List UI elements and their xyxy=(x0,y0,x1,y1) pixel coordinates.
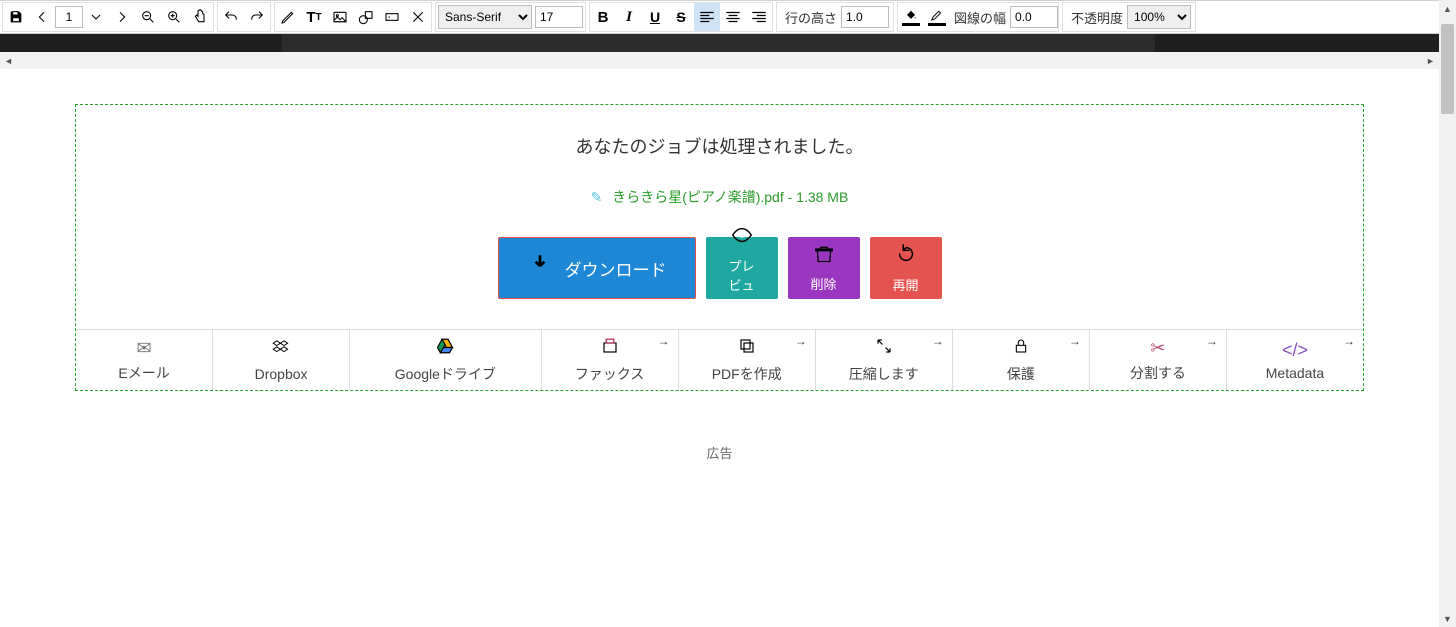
trash-icon xyxy=(814,244,834,270)
font-family-select[interactable]: Sans-Serif xyxy=(438,5,532,29)
bold-button[interactable]: B xyxy=(590,3,616,31)
editor-toolbar: TT Sans-Serif B I U S 行の高さ xyxy=(0,0,1439,34)
card-dropbox[interactable]: Dropbox xyxy=(213,330,350,390)
card-email[interactable]: ✉ Eメール xyxy=(76,330,213,390)
card-label: Dropbox xyxy=(255,366,308,382)
save-button[interactable] xyxy=(3,3,29,31)
fill-color-button[interactable] xyxy=(898,3,924,31)
form-tool-button[interactable] xyxy=(379,3,405,31)
card-label: Eメール xyxy=(118,363,169,383)
fax-icon xyxy=(601,337,619,360)
lock-icon xyxy=(1013,337,1029,360)
compress-icon xyxy=(875,337,893,360)
scroll-left-button[interactable]: ◄ xyxy=(0,52,17,69)
card-label: PDFを作成 xyxy=(712,364,782,384)
download-icon xyxy=(527,252,553,284)
card-label: Googleドライブ xyxy=(395,364,496,384)
dropbox-icon xyxy=(271,339,291,362)
align-right-button[interactable] xyxy=(746,3,772,31)
opacity-label: 不透明度 xyxy=(1067,8,1127,27)
card-compress[interactable]: → 圧縮します xyxy=(816,330,953,390)
line-height-label: 行の高さ xyxy=(781,8,841,27)
underline-button[interactable]: U xyxy=(642,3,668,31)
scroll-right-button[interactable]: ► xyxy=(1422,52,1439,69)
arrow-icon: → xyxy=(1343,334,1355,348)
image-tool-button[interactable] xyxy=(327,3,353,31)
page-number-input[interactable] xyxy=(55,6,83,28)
ad-label: 広告 xyxy=(0,443,1439,462)
pencil-icon[interactable]: ✎ xyxy=(591,189,603,205)
result-filename[interactable]: きらきら星(ピアノ楽譜).pdf xyxy=(612,189,783,205)
result-file-row: ✎ きらきら星(ピアノ楽譜).pdf - 1.38 MB xyxy=(76,187,1363,207)
card-gdrive[interactable]: Googleドライブ xyxy=(350,330,541,390)
horizontal-scrollbar[interactable]: ◄ ► xyxy=(0,52,1439,69)
arrow-icon: → xyxy=(1069,334,1081,348)
zoom-in-button[interactable] xyxy=(161,3,187,31)
card-label: ファックス xyxy=(575,364,645,384)
card-protect[interactable]: → 保護 xyxy=(953,330,1090,390)
card-label: 保護 xyxy=(1007,364,1035,384)
preview-label: プレビュー xyxy=(724,256,760,313)
card-label: Metadata xyxy=(1266,365,1324,381)
arrow-icon: → xyxy=(932,334,944,348)
action-cards: ✉ Eメール Dropbox Googleドライブ → xyxy=(76,329,1363,390)
envelope-icon: ✉ xyxy=(136,338,151,359)
undo-icon xyxy=(895,243,917,271)
card-fax[interactable]: → ファックス xyxy=(542,330,679,390)
scroll-down-button[interactable]: ▼ xyxy=(1439,610,1456,627)
delete-element-button[interactable] xyxy=(405,3,431,31)
card-label: 圧縮します xyxy=(849,364,919,384)
align-left-button[interactable] xyxy=(694,3,720,31)
pan-tool-button[interactable] xyxy=(187,3,213,31)
eye-icon xyxy=(731,224,753,252)
align-center-button[interactable] xyxy=(720,3,746,31)
scissors-icon: ✂ xyxy=(1150,338,1165,359)
card-split[interactable]: → ✂ 分割する xyxy=(1090,330,1227,390)
text-tool-button[interactable]: TT xyxy=(301,3,327,31)
restart-label: 再開 xyxy=(892,275,918,294)
vertical-scrollbar[interactable]: ▲ ▼ xyxy=(1439,0,1456,627)
card-metadata[interactable]: → </> Metadata xyxy=(1227,330,1363,390)
border-width-input[interactable] xyxy=(1010,6,1058,28)
restart-button[interactable]: 再開 xyxy=(870,237,942,299)
prev-page-button[interactable] xyxy=(29,3,55,31)
file-sep: - xyxy=(784,189,796,205)
stroke-color-button[interactable] xyxy=(924,3,950,31)
strikethrough-button[interactable]: S xyxy=(668,3,694,31)
redo-button[interactable] xyxy=(244,3,270,31)
next-page-button[interactable] xyxy=(109,3,135,31)
card-createpdf[interactable]: → PDFを作成 xyxy=(679,330,816,390)
line-height-input[interactable] xyxy=(841,6,889,28)
italic-button[interactable]: I xyxy=(616,3,642,31)
arrow-icon: → xyxy=(1206,334,1218,348)
code-icon: </> xyxy=(1282,340,1308,361)
arrow-icon: → xyxy=(795,334,807,348)
shape-tool-button[interactable] xyxy=(353,3,379,31)
undo-button[interactable] xyxy=(218,3,244,31)
result-filesize: 1.38 MB xyxy=(796,189,848,205)
canvas-strip xyxy=(0,34,1439,52)
zoom-out-button[interactable] xyxy=(135,3,161,31)
pencil-tool-button[interactable] xyxy=(275,3,301,31)
border-width-label: 図線の幅 xyxy=(950,8,1010,27)
gdrive-icon xyxy=(435,337,455,360)
copy-icon xyxy=(738,337,756,360)
result-title: あなたのジョブは処理されました。 xyxy=(76,133,1363,159)
page-dropdown-button[interactable] xyxy=(83,3,109,31)
delete-button[interactable]: 削除 xyxy=(788,237,860,299)
preview-button[interactable]: プレビュー xyxy=(706,237,778,299)
scroll-thumb[interactable] xyxy=(1441,24,1454,114)
download-label: ダウンロード xyxy=(565,256,667,281)
scroll-up-button[interactable]: ▲ xyxy=(1439,0,1456,17)
result-panel: あなたのジョブは処理されました。 ✎ きらきら星(ピアノ楽譜).pdf - 1.… xyxy=(75,104,1364,391)
card-label: 分割する xyxy=(1130,363,1186,383)
opacity-select[interactable]: 100% xyxy=(1127,5,1191,29)
download-button[interactable]: ダウンロード xyxy=(498,237,696,299)
arrow-icon: → xyxy=(658,334,670,348)
delete-label: 削除 xyxy=(810,274,836,293)
font-size-input[interactable] xyxy=(535,6,583,28)
